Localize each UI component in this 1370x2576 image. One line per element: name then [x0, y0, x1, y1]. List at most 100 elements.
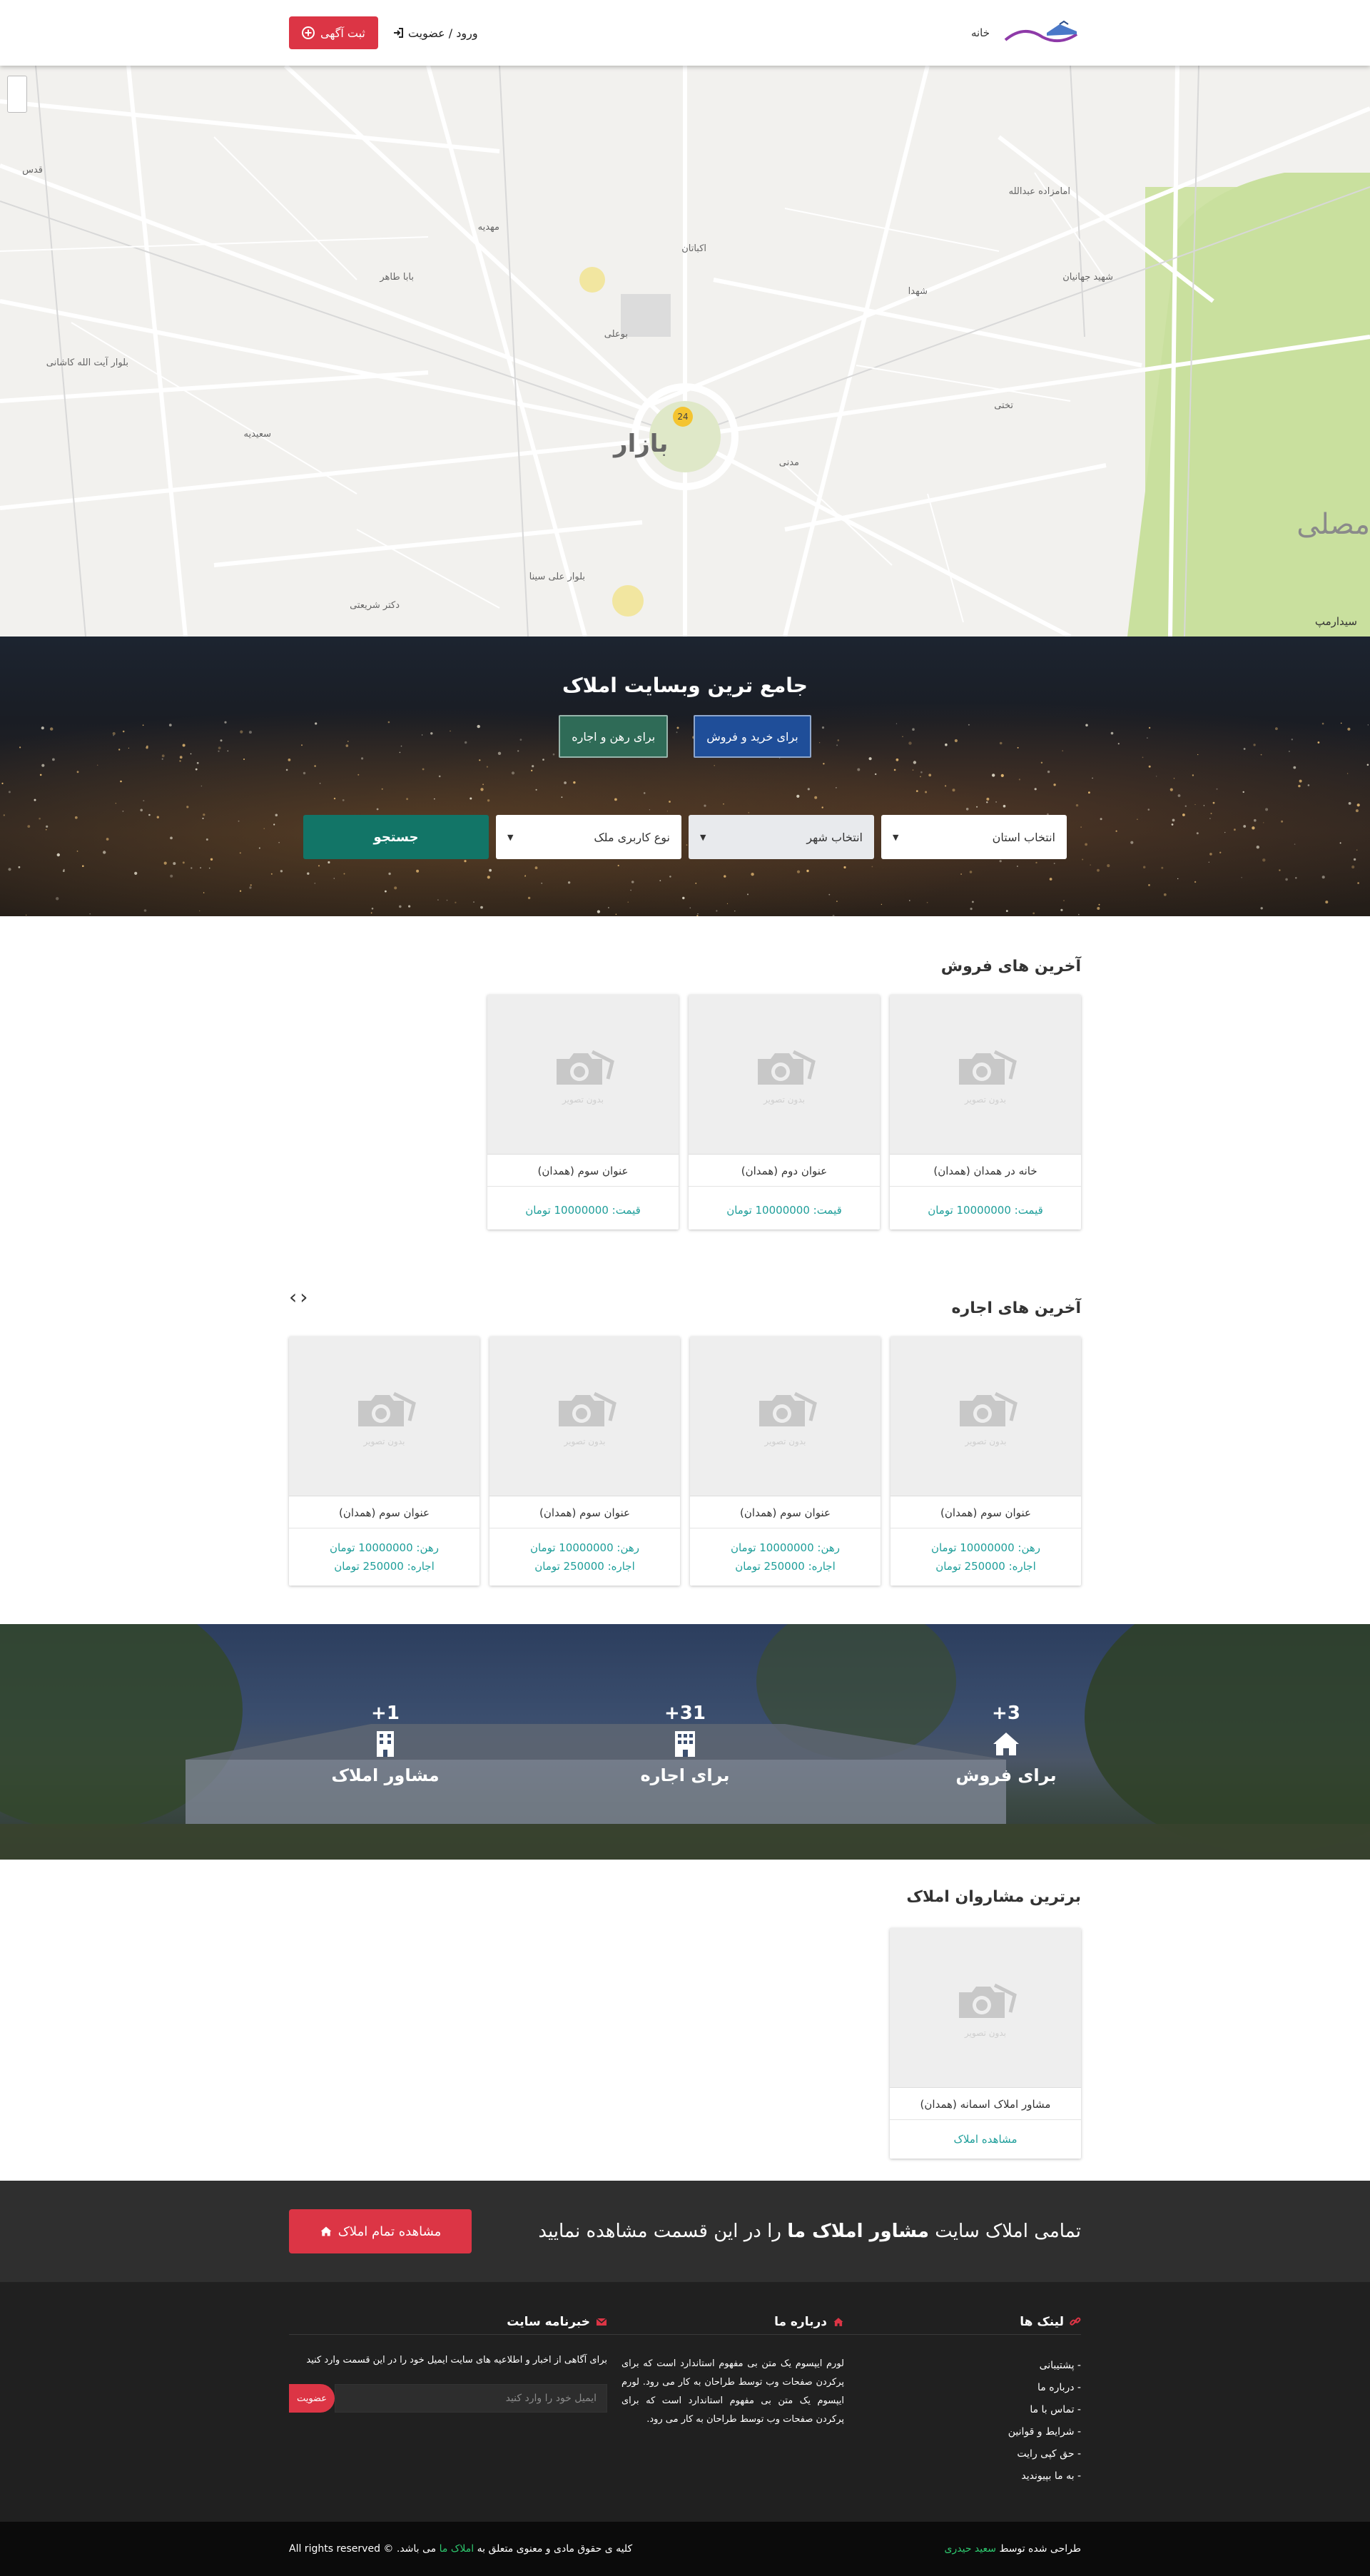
camera-icon [959, 1050, 1017, 1085]
city-light [1299, 779, 1302, 783]
city-light [1148, 884, 1150, 886]
map[interactable]: بلوار آیت الله کاشانی دکتر شریعتی اکباتان ش… [0, 66, 1370, 637]
city-light [8, 791, 11, 793]
city-light [273, 823, 275, 826]
tab-rent[interactable]: برای رهن و اجاره [559, 715, 669, 758]
city-light [1293, 766, 1297, 769]
chevron-left-icon[interactable]: ‹ [289, 1285, 300, 1309]
newsletter-email-input[interactable]: ایمیل خود را وارد کنید [335, 2384, 607, 2413]
sale-card[interactable]: بدون تصویر عنوان سوم (همدان) قیمت: 10000… [487, 995, 679, 1229]
rent-card[interactable]: بدون تصویر عنوان سوم (همدان) رهن: 100000… [690, 1337, 881, 1586]
camera-icon [557, 1050, 614, 1085]
city-light [333, 797, 336, 800]
city-light [314, 765, 316, 767]
city-light [406, 798, 408, 801]
view-all-properties-button[interactable]: مشاهده تمام املاک [289, 2209, 472, 2253]
footer-link-support[interactable]: - پشتیبانی [844, 2355, 1081, 2377]
site-footer: لینک ها - پشتیبانی - درباره ما - تماس با… [0, 2282, 1370, 2522]
chevron-right-icon[interactable]: › [300, 1285, 310, 1309]
stats-banner: 3+ برای فروش 31+ برای اجاره 1+ مشاور امل… [0, 1624, 1370, 1860]
city-light [643, 792, 646, 794]
card-title[interactable]: عنوان سوم (همدان) [489, 1496, 680, 1528]
city-light [1078, 913, 1080, 916]
advisors-section-title: برترین مشاروان املاک [906, 1888, 1081, 1906]
city-light [34, 798, 36, 801]
map-street-label: قدس [22, 165, 43, 176]
city-light [747, 893, 749, 896]
footer-about-title: درباره ما [774, 2314, 827, 2329]
view-listings-link[interactable]: مشاهده املاک [890, 2120, 1081, 2159]
usage-select[interactable]: نوع کاربری ملک ▼ [496, 815, 681, 859]
city-light [821, 806, 823, 808]
footer-link-about[interactable]: - درباره ما [844, 2377, 1081, 2399]
city-light [532, 765, 534, 768]
map-street-label: اکباتان [681, 243, 706, 254]
footer-link-terms[interactable]: - شرایط و قوانین [844, 2421, 1081, 2443]
map-center-label: بازار [614, 430, 669, 458]
city-light [617, 864, 619, 867]
search-button[interactable]: جستجو [303, 815, 489, 859]
map-street-label: بلوار آیت الله کاشانی [46, 356, 128, 368]
rent-card[interactable]: بدون تصویر عنوان سوم (همدان) رهن: 100000… [890, 1337, 1081, 1586]
city-light [723, 803, 724, 805]
city-light [1346, 773, 1349, 774]
newsletter-subscribe-button[interactable]: عضویت [289, 2384, 335, 2413]
city-light [3, 814, 6, 816]
footer-link-contact[interactable]: - تماس با ما [844, 2399, 1081, 2421]
city-light [408, 905, 411, 908]
sale-card[interactable]: بدون تصویر خانه در همدان (همدان) قیمت: 1… [890, 995, 1081, 1229]
designer-credit: طراحی شده توسط سعید حیدری [945, 2543, 1081, 2555]
no-image-label: بدون تصویر [965, 1436, 1007, 1446]
city-light [1088, 791, 1090, 794]
city-light [263, 828, 265, 829]
city-light [564, 781, 567, 784]
stat-advisors: 1+ مشاور املاک [314, 1703, 457, 1785]
map-cluster-badge[interactable]: 24 [673, 407, 693, 427]
city-light [143, 909, 147, 912]
city-light [489, 868, 492, 872]
top-advisors-section: برترین مشاروان املاک بدون تصویر مشاور ام… [289, 1860, 1081, 2181]
site-logo[interactable] [1003, 19, 1081, 47]
city-light [1018, 779, 1020, 781]
city-light [1017, 866, 1018, 867]
rent-card[interactable]: بدون تصویر عنوان سوم (همدان) رهن: 100000… [289, 1337, 480, 1586]
post-ad-button[interactable]: ثبت آگهی [289, 16, 378, 49]
rights-site-link[interactable]: املاک ما [440, 2543, 475, 2555]
city-light [1355, 809, 1359, 813]
chevron-down-icon: ▼ [507, 832, 514, 842]
city-light [1212, 801, 1215, 804]
home-icon [833, 2317, 843, 2326]
advisor-card[interactable]: بدون تصویر مشاور املاک اسمانه (همدان) مش… [890, 1928, 1081, 2159]
card-title[interactable]: خانه در همدان (همدان) [890, 1155, 1081, 1187]
login-link[interactable]: ورود / عضویت [392, 26, 478, 40]
map-attribution[interactable]: سیدارمپ [1315, 615, 1357, 628]
city-light [473, 901, 475, 903]
footer-link-join[interactable]: - به ما بپیوندید [844, 2465, 1081, 2488]
footer-links: لینک ها - پشتیبانی - درباره ما - تماس با… [844, 2309, 1081, 2488]
map-street-label: مهدیه [478, 222, 499, 233]
city-light [1047, 770, 1050, 774]
nav-home-link[interactable]: خانه [971, 26, 990, 39]
card-title[interactable]: عنوان سوم (همدان) [890, 1496, 1081, 1528]
footer-link-copyright[interactable]: - حق کپی رایت [844, 2443, 1081, 2465]
rights-en: All rights reserved [289, 2543, 380, 2555]
city-light [695, 883, 697, 884]
province-select[interactable]: انتخاب استان ▼ [881, 815, 1067, 859]
city-light [751, 873, 754, 876]
city-light [697, 913, 699, 915]
map-zoom-control[interactable] [7, 76, 27, 113]
card-title[interactable]: عنوان دوم (همدان) [689, 1155, 880, 1187]
card-title[interactable]: عنوان سوم (همدان) [690, 1496, 881, 1528]
city-light [163, 861, 167, 865]
card-title[interactable]: عنوان سوم (همدان) [289, 1496, 480, 1528]
rent-card[interactable]: بدون تصویر عنوان سوم (همدان) رهن: 100000… [489, 1337, 680, 1586]
tab-buy-sell[interactable]: برای خرید و فروش [694, 715, 811, 758]
sale-card[interactable]: بدون تصویر عنوان دوم (همدان) قیمت: 10000… [689, 995, 880, 1229]
city-select[interactable]: انتخاب شهر ▼ [689, 815, 874, 859]
card-title[interactable]: عنوان سوم (همدان) [487, 1155, 679, 1187]
city-light [120, 780, 122, 783]
city-light [371, 908, 374, 910]
camera-icon [959, 1983, 1017, 2018]
designer-name[interactable]: سعید حیدری [945, 2543, 996, 2555]
sign-in-icon [393, 28, 403, 38]
